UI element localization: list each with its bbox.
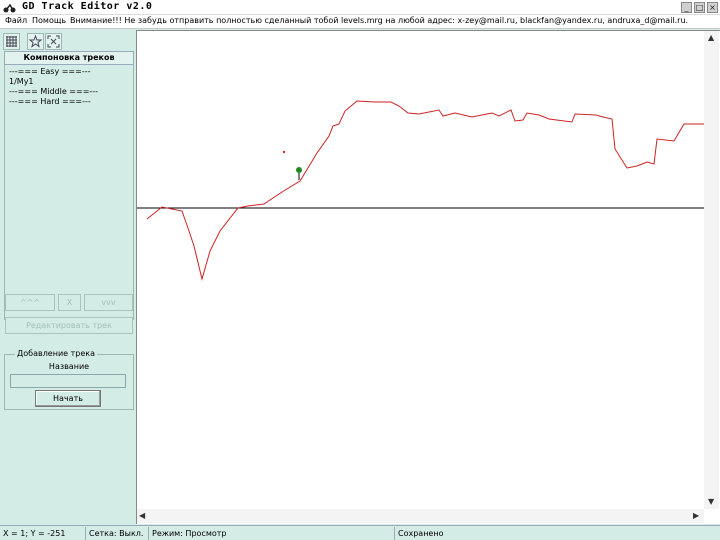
delete-track-button[interactable]: X [58, 294, 81, 311]
scroll-right-icon[interactable]: ▶ [693, 511, 699, 520]
title-bar: GD Track Editor v2.0 _ □ × [0, 0, 720, 15]
tracks-panel-header: Компоновка треков [4, 51, 134, 65]
track-name-input[interactable] [10, 374, 126, 388]
track-list-item[interactable]: ---=== Easy ===--- [9, 67, 129, 77]
scroll-left-icon[interactable]: ◀ [139, 511, 145, 520]
status-grid: Сетка: Выкл. [86, 527, 149, 540]
grid-button[interactable] [3, 33, 20, 50]
left-panel: Компоновка треков ---=== Easy ===--- 1/M… [0, 30, 136, 524]
track-list-item[interactable]: ---=== Hard ===--- [9, 97, 129, 107]
start-button[interactable]: Начать [35, 390, 101, 407]
vertical-scrollbar[interactable]: ▲ ▼ [704, 31, 719, 509]
menu-notice: Внимание!!! Не забудь отправить полность… [70, 16, 689, 25]
menu-help[interactable]: Помощь [32, 16, 66, 25]
status-bar: X = 1; Y = -251 Сетка: Выкл. Режим: Прос… [0, 525, 720, 540]
name-label: Название [48, 362, 90, 371]
grid-icon [6, 36, 17, 47]
edit-track-button[interactable]: Редактировать трек [5, 317, 133, 334]
window-controls: _ □ × [681, 2, 718, 13]
start-marker-icon[interactable] [296, 167, 302, 173]
track-canvas[interactable] [136, 30, 720, 524]
fit-icon [47, 35, 60, 48]
move-down-button[interactable]: vvv [84, 294, 133, 311]
status-mode: Режим: Просмотр [149, 527, 395, 540]
fit-button[interactable] [45, 33, 62, 50]
track-view[interactable] [137, 31, 720, 525]
scroll-up-icon[interactable]: ▲ [708, 33, 714, 42]
minimize-button[interactable]: _ [681, 2, 692, 13]
close-button[interactable]: × [707, 2, 718, 13]
horizontal-scrollbar[interactable]: ◀ ▶ [137, 509, 704, 523]
track-list-item[interactable]: 1/My1 [9, 77, 129, 87]
finish-point-icon[interactable] [282, 150, 286, 154]
star-button[interactable] [27, 33, 44, 50]
app-icon [3, 3, 16, 13]
star-icon [28, 34, 43, 48]
window-title: GD Track Editor v2.0 [22, 1, 153, 12]
scroll-down-icon[interactable]: ▼ [708, 497, 714, 506]
add-track-legend: Добавление трека [15, 349, 98, 358]
track-polyline[interactable] [146, 100, 704, 281]
track-list[interactable]: ---=== Easy ===--- 1/My1 ---=== Middle =… [4, 65, 134, 320]
track-list-item[interactable]: ---=== Middle ===--- [9, 87, 129, 97]
toolbar [3, 33, 63, 50]
status-coords: X = 1; Y = -251 [0, 527, 86, 540]
add-track-group: Добавление трека Название Начать [4, 349, 134, 410]
move-up-button[interactable]: ^^^ [5, 294, 55, 311]
maximize-button[interactable]: □ [694, 2, 705, 13]
status-saved: Сохранено [398, 529, 444, 538]
menu-file[interactable]: Файл [5, 16, 27, 25]
menu-bar: Файл Помощь Внимание!!! Не забудь отправ… [0, 15, 720, 29]
